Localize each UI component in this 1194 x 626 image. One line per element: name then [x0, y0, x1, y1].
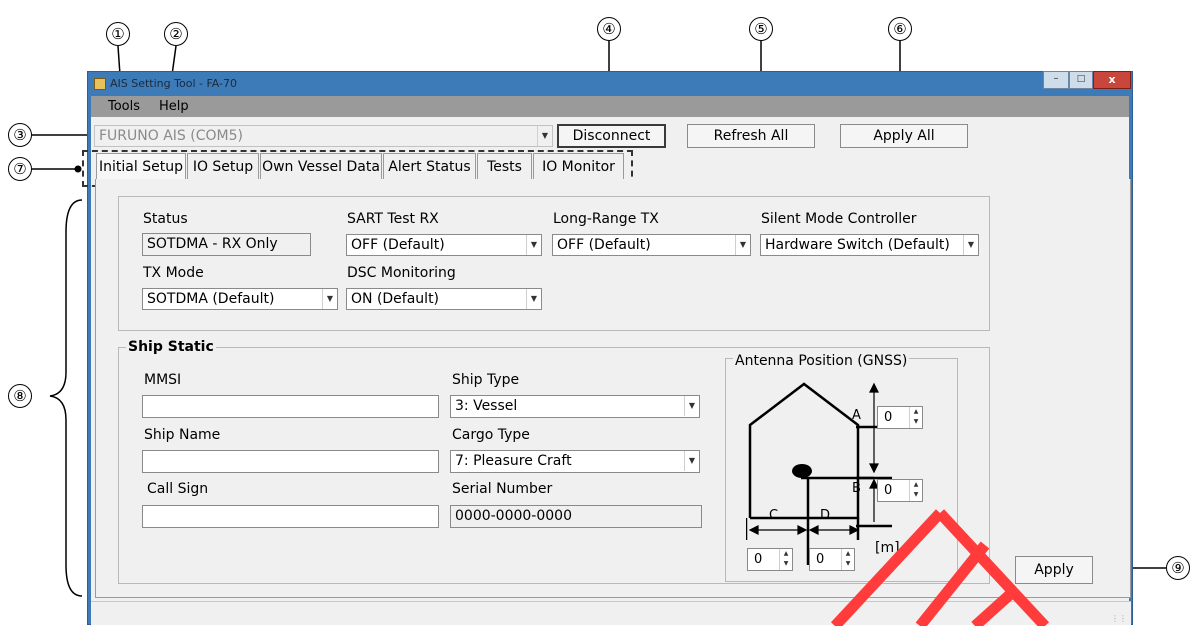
antenna-title: Antenna Position (GNSS) [733, 353, 910, 369]
window-title: AIS Setting Tool - FA-70 [110, 77, 238, 90]
minimize-button[interactable]: – [1043, 71, 1069, 89]
menu-help[interactable]: Help [159, 99, 189, 114]
app-icon [94, 78, 106, 90]
chevron-down-icon: ▼ [322, 289, 337, 309]
port-select-value: FURUNO AIS (COM5) [99, 128, 243, 144]
a-value: 0 [884, 410, 893, 425]
dsc-monitoring-value: ON (Default) [351, 291, 440, 307]
b-label: B [852, 481, 861, 496]
serial-number-label: Serial Number [452, 481, 553, 497]
resize-grip-icon[interactable]: ⋮⋮ [1111, 614, 1127, 623]
ship-outline [748, 382, 860, 520]
b-spinner[interactable]: 0 ▲ ▼ [877, 479, 923, 502]
title-bar: AIS Setting Tool - FA-70 – □ x [88, 71, 1132, 96]
long-range-value: OFF (Default) [557, 237, 651, 253]
port-select[interactable]: FURUNO AIS (COM5) ▼ [94, 125, 553, 147]
chevron-down-icon: ▼ [526, 235, 541, 255]
updown-icon[interactable]: ▲ ▼ [909, 407, 922, 428]
call-sign-label: Call Sign [147, 481, 209, 497]
cargo-type-value: 7: Pleasure Craft [455, 453, 572, 469]
ship-type-label: Ship Type [452, 372, 520, 388]
chevron-down-icon: ▼ [684, 396, 699, 416]
sart-test-value: OFF (Default) [351, 237, 445, 253]
status-label: Status [143, 211, 188, 227]
ship-name-input[interactable] [142, 450, 439, 473]
silent-mode-value: Hardware Switch (Default) [765, 237, 950, 253]
close-button[interactable]: x [1093, 71, 1131, 89]
updown-icon[interactable]: ▲ ▼ [909, 480, 922, 501]
menu-tools[interactable]: Tools [108, 99, 140, 114]
silent-mode-select[interactable]: Hardware Switch (Default) ▼ [760, 234, 979, 256]
chevron-down-icon: ▼ [526, 289, 541, 309]
c-value: 0 [754, 552, 763, 567]
mmsi-input[interactable] [142, 395, 439, 418]
refresh-all-button[interactable]: Refresh All [687, 124, 815, 148]
apply-all-button[interactable]: Apply All [840, 124, 968, 148]
long-range-label: Long-Range TX [553, 211, 659, 227]
watermark-stamp [830, 509, 1050, 626]
sart-test-label: SART Test RX [347, 211, 439, 227]
serial-number-field: 0000-0000-0000 [450, 505, 702, 528]
menu-bar: Tools Help [91, 96, 1129, 117]
chevron-down-icon: ▼ [735, 235, 750, 255]
chevron-down-icon: ▼ [537, 126, 552, 146]
b-value: 0 [884, 483, 893, 498]
tx-mode-value: SOTDMA (Default) [147, 291, 275, 307]
a-label: A [852, 408, 861, 423]
cargo-type-label: Cargo Type [452, 427, 530, 443]
ship-name-label: Ship Name [144, 427, 221, 443]
a-spinner[interactable]: 0 ▲ ▼ [877, 406, 923, 429]
antenna-dot [792, 464, 812, 478]
c-spinner[interactable]: 0 ▲ ▼ [747, 548, 793, 571]
dsc-monitoring-select[interactable]: ON (Default) ▼ [346, 288, 542, 310]
status-field: SOTDMA - RX Only [142, 233, 311, 256]
updown-icon[interactable]: ▲ ▼ [779, 549, 792, 570]
c-label: C [769, 508, 779, 523]
tx-mode-select[interactable]: SOTDMA (Default) ▼ [142, 288, 338, 310]
tx-mode-label: TX Mode [143, 265, 204, 281]
dsc-monitoring-label: DSC Monitoring [347, 265, 456, 281]
sart-test-select[interactable]: OFF (Default) ▼ [346, 234, 542, 256]
disconnect-button[interactable]: Disconnect [557, 124, 666, 148]
chevron-down-icon: ▼ [684, 451, 699, 471]
ship-static-title: Ship Static [126, 339, 216, 355]
long-range-select[interactable]: OFF (Default) ▼ [552, 234, 751, 256]
chevron-down-icon: ▼ [963, 235, 978, 255]
maximize-button[interactable]: □ [1069, 71, 1093, 89]
ship-type-value: 3: Vessel [455, 398, 518, 414]
cargo-type-select[interactable]: 7: Pleasure Craft ▼ [450, 450, 700, 473]
silent-mode-label: Silent Mode Controller [761, 211, 917, 227]
call-sign-input[interactable] [142, 505, 439, 528]
mmsi-label: MMSI [144, 372, 182, 388]
ship-type-select[interactable]: 3: Vessel ▼ [450, 395, 700, 418]
